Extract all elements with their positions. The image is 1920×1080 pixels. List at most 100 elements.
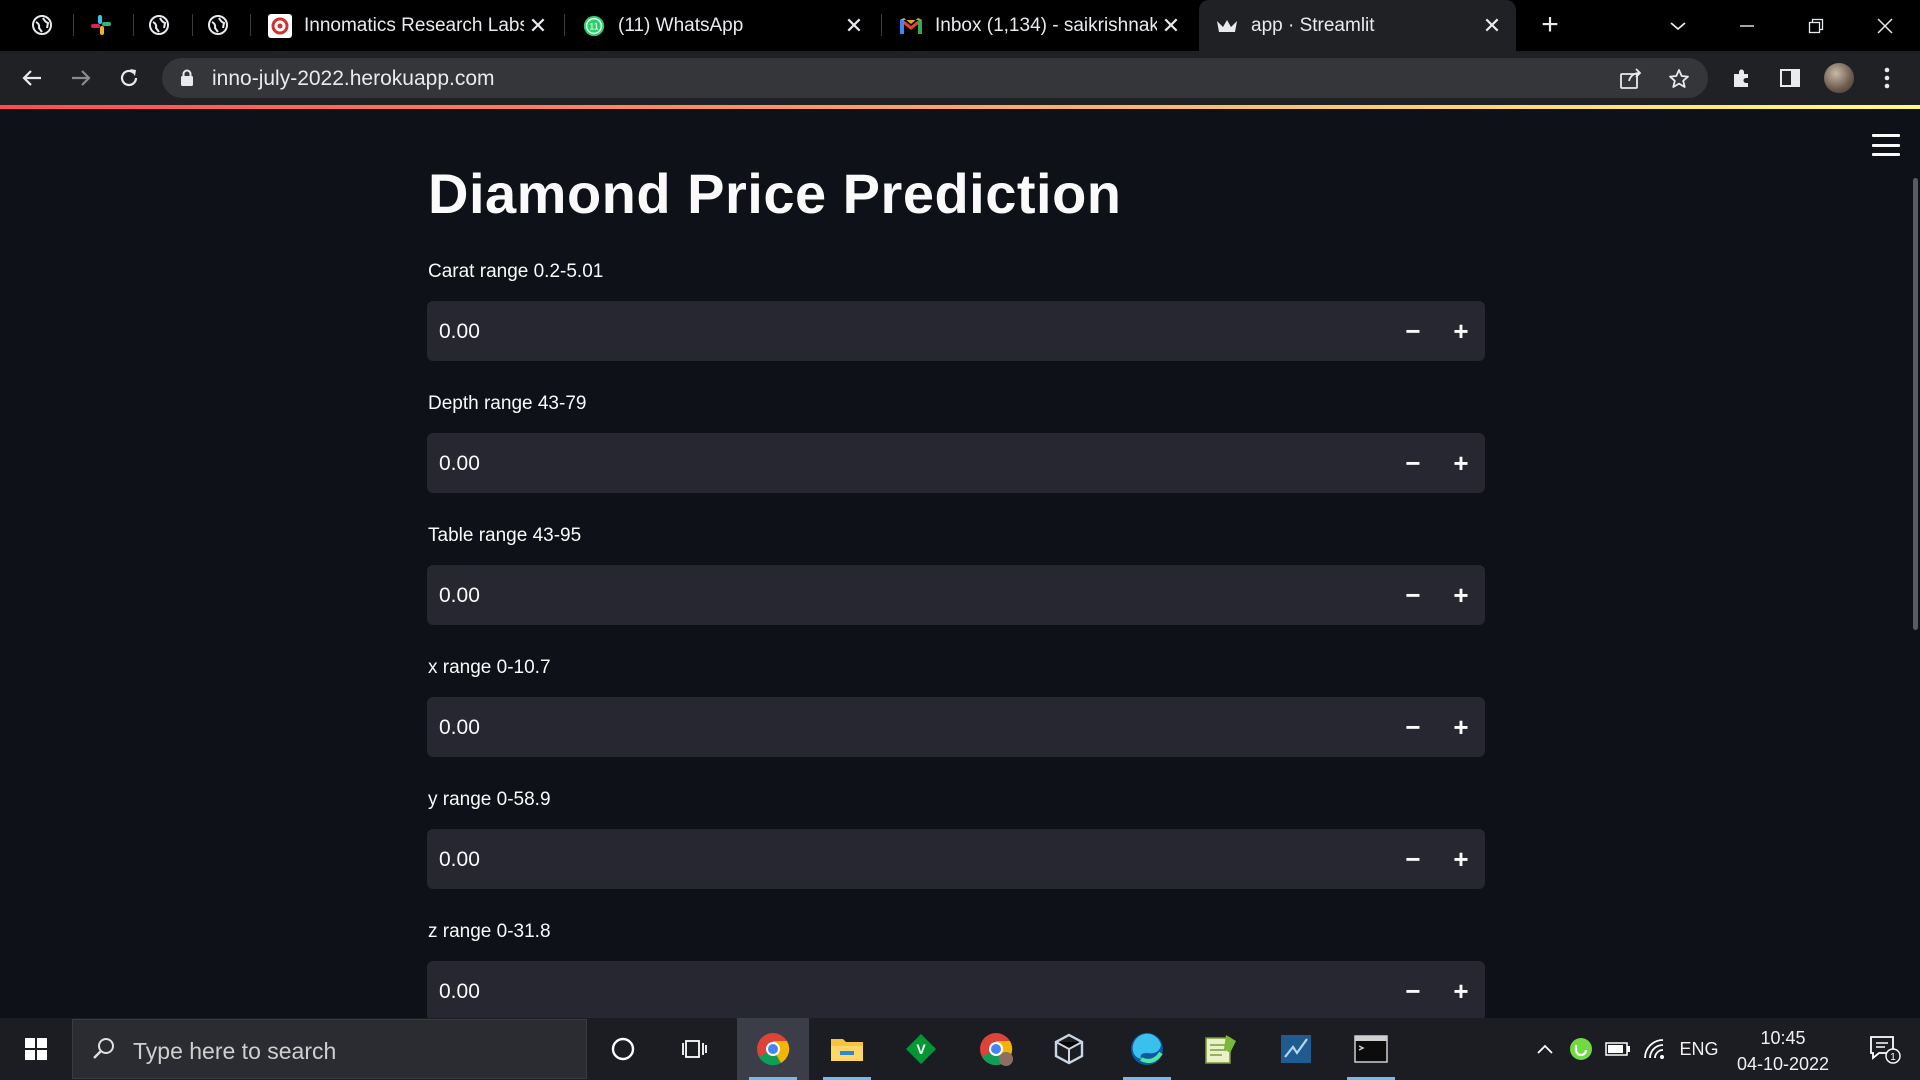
- tray-language[interactable]: ENG: [1676, 1018, 1722, 1080]
- pinned-tab-globe-3[interactable]: [203, 10, 233, 40]
- taskbar-chrome-active[interactable]: [737, 1018, 809, 1080]
- page-scrollbar[interactable]: [1913, 178, 1918, 630]
- lock-icon[interactable]: [180, 69, 194, 87]
- x-number-input[interactable]: 0.00 − +: [427, 697, 1485, 757]
- tab-title: (11) WhatsApp: [618, 14, 744, 36]
- profile-button[interactable]: [1822, 61, 1856, 95]
- decrement-button[interactable]: −: [1389, 697, 1437, 757]
- extensions-button[interactable]: [1725, 61, 1759, 95]
- decrement-button[interactable]: −: [1389, 961, 1437, 1021]
- table-number-input[interactable]: 0.00 − +: [427, 565, 1485, 625]
- url-text[interactable]: inno-july-2022.herokuapp.com: [212, 67, 495, 91]
- z-number-input[interactable]: 0.00 − +: [427, 961, 1485, 1021]
- increment-button[interactable]: +: [1437, 565, 1485, 625]
- streamlit-icon: [1215, 14, 1239, 38]
- increment-button[interactable]: +: [1437, 433, 1485, 493]
- input-value[interactable]: 0.00: [439, 848, 480, 872]
- close-tab-icon[interactable]: ✕: [1157, 12, 1185, 40]
- close-tab-icon[interactable]: ✕: [524, 12, 552, 40]
- close-window-button[interactable]: [1855, 0, 1915, 51]
- taskbar-terminal[interactable]: [1335, 1018, 1407, 1080]
- close-tab-icon[interactable]: ✕: [840, 12, 868, 40]
- cortana-button[interactable]: [587, 1018, 659, 1080]
- close-tab-icon[interactable]: ✕: [1478, 12, 1506, 40]
- taskbar-file-explorer[interactable]: [811, 1018, 883, 1080]
- task-view-button[interactable]: [659, 1018, 731, 1080]
- taskbar-vscode[interactable]: [1260, 1018, 1332, 1080]
- cortana-icon: [611, 1037, 635, 1061]
- taskbar-clock[interactable]: 10:45 04-10-2022: [1718, 1025, 1848, 1077]
- svg-text:1: 1: [1890, 1052, 1896, 1063]
- depth-number-input[interactable]: 0.00 − +: [427, 433, 1485, 493]
- side-panel-button[interactable]: [1773, 61, 1807, 95]
- y-number-input[interactable]: 0.00 − +: [427, 829, 1485, 889]
- reload-button[interactable]: [111, 60, 147, 96]
- back-button[interactable]: [14, 60, 50, 96]
- input-value[interactable]: 0.00: [439, 452, 480, 476]
- pinned-tab-slack[interactable]: [86, 10, 116, 40]
- svg-text:V: V: [916, 1041, 926, 1057]
- innomatics-icon: [268, 13, 292, 38]
- field-label: Table range 43-95: [428, 525, 582, 546]
- tab-innomatics[interactable]: Innomatics Research Labs ✕: [252, 0, 562, 51]
- pinned-tab-globe-1[interactable]: [27, 10, 57, 40]
- terminal-icon: [1354, 1035, 1388, 1063]
- carat-number-input[interactable]: 0.00 − +: [427, 301, 1485, 361]
- input-value[interactable]: 0.00: [439, 584, 480, 608]
- chrome-icon: [757, 1033, 790, 1066]
- search-placeholder[interactable]: Type here to search: [133, 1038, 336, 1065]
- taskbar-chrome-profile[interactable]: [960, 1018, 1032, 1080]
- back-icon: [22, 70, 41, 86]
- tray-wifi[interactable]: [1640, 1018, 1670, 1080]
- slack-icon: [91, 15, 111, 35]
- windows-start-icon: [25, 1038, 47, 1060]
- upwork-icon: [1570, 1038, 1592, 1060]
- notepad-icon: [1205, 1035, 1236, 1064]
- increment-button[interactable]: +: [1437, 961, 1485, 1021]
- task-view-icon: [682, 1040, 707, 1058]
- share-button[interactable]: [1618, 66, 1644, 92]
- show-hidden-icons-button[interactable]: [1530, 1018, 1560, 1080]
- restore-button[interactable]: [1786, 0, 1846, 51]
- taskbar-notepad-plus[interactable]: [1185, 1018, 1257, 1080]
- decrement-button[interactable]: −: [1389, 829, 1437, 889]
- tab-gmail[interactable]: Inbox (1,134) - saikrishnakondeti@gmail.…: [883, 0, 1195, 51]
- tab-whatsapp[interactable]: 11 (11) WhatsApp ✕: [566, 0, 878, 51]
- input-value[interactable]: 0.00: [439, 980, 480, 1004]
- forward-button[interactable]: [63, 60, 99, 96]
- new-tab-button[interactable]: +: [1533, 8, 1567, 42]
- start-button[interactable]: [0, 1018, 72, 1080]
- action-center-button[interactable]: 1: [1860, 1018, 1910, 1080]
- taskbar-edge[interactable]: [1111, 1018, 1183, 1080]
- restore-icon: [1808, 18, 1824, 33]
- bookmark-button[interactable]: [1666, 66, 1692, 92]
- taskbar-search-box[interactable]: Type here to search: [72, 1019, 587, 1079]
- field-label: x range 0-10.7: [428, 657, 551, 678]
- minimize-button[interactable]: [1717, 0, 1777, 51]
- field-label: Carat range 0.2-5.01: [428, 261, 604, 282]
- field-label: y range 0-58.9: [428, 789, 551, 810]
- increment-button[interactable]: +: [1437, 301, 1485, 361]
- taskbar-virtualbox[interactable]: [1033, 1018, 1105, 1080]
- hamburger-menu-icon[interactable]: [1872, 134, 1900, 156]
- input-value[interactable]: 0.00: [439, 320, 480, 344]
- decrement-button[interactable]: −: [1389, 433, 1437, 493]
- decrement-button[interactable]: −: [1389, 301, 1437, 361]
- increment-button[interactable]: +: [1437, 697, 1485, 757]
- address-bar[interactable]: inno-july-2022.herokuapp.com: [162, 58, 1708, 98]
- taskbar-vim[interactable]: V: [885, 1018, 957, 1080]
- tab-title: Inbox (1,134) - saikrishnakondeti@gmail.…: [935, 14, 1157, 36]
- profile-avatar: [1824, 63, 1854, 93]
- tray-upwork[interactable]: [1566, 1018, 1596, 1080]
- decrement-button[interactable]: −: [1389, 565, 1437, 625]
- input-value[interactable]: 0.00: [439, 716, 480, 740]
- pinned-tab-globe-2[interactable]: [144, 10, 174, 40]
- tab-search-button[interactable]: [1648, 0, 1708, 51]
- extensions-icon: [1734, 69, 1748, 87]
- chevron-down-icon: [1670, 21, 1686, 30]
- tray-battery[interactable]: [1603, 1018, 1633, 1080]
- minimize-icon: [1740, 24, 1754, 27]
- tab-streamlit-active[interactable]: app · Streamlit ✕: [1199, 0, 1516, 51]
- browser-menu-button[interactable]: [1870, 61, 1904, 95]
- increment-button[interactable]: +: [1437, 829, 1485, 889]
